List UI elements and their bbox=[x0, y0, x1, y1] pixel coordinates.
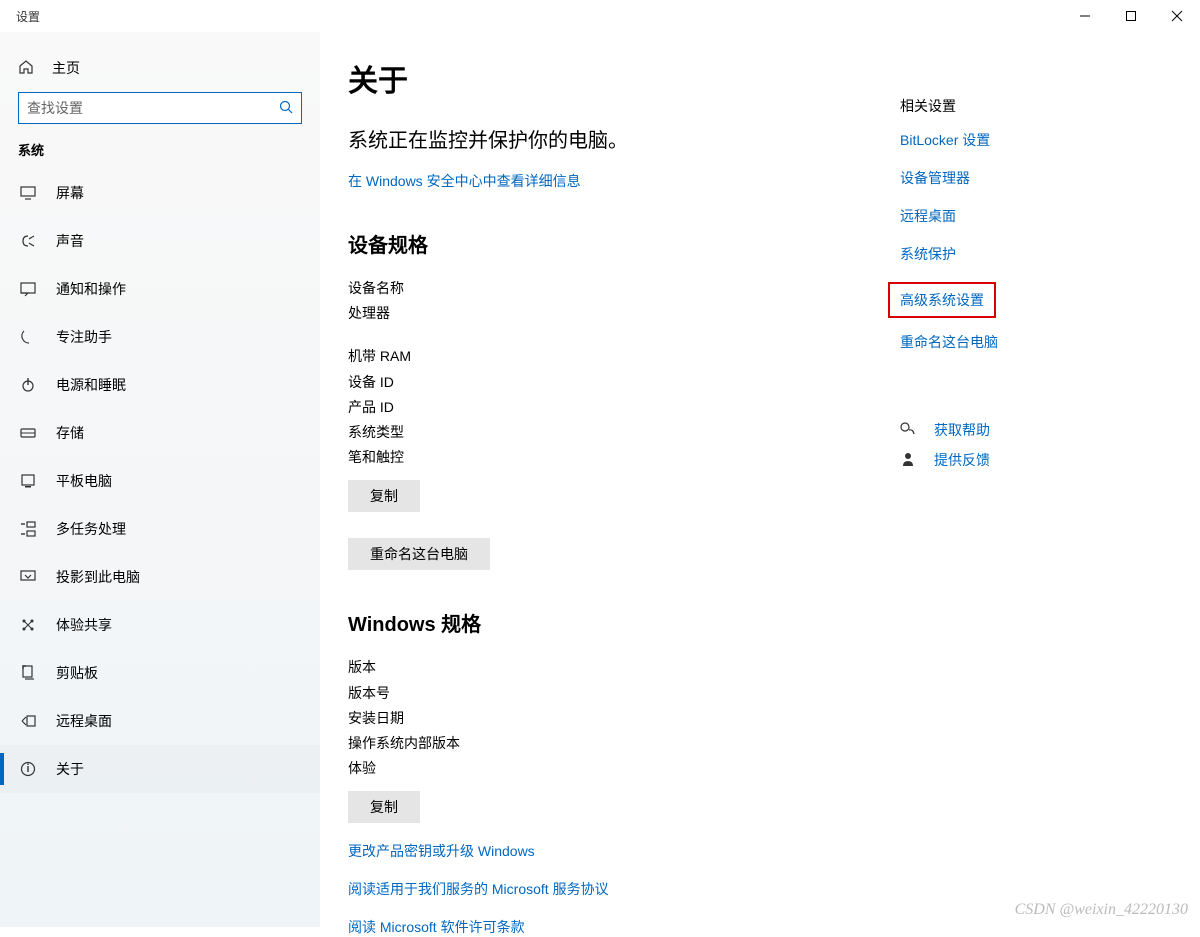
rename-pc-button[interactable]: 重命名这台电脑 bbox=[348, 538, 490, 570]
windows-spec-row: 版本号 bbox=[348, 681, 900, 706]
window-controls bbox=[1062, 0, 1200, 32]
device-spec-row: 处理器 bbox=[348, 301, 900, 326]
help-icon bbox=[900, 421, 920, 440]
sidebar-item-label: 专注助手 bbox=[56, 327, 112, 347]
windows-spec-row: 操作系统内部版本 bbox=[348, 731, 900, 756]
window-title: 设置 bbox=[16, 8, 40, 25]
page-title: 关于 bbox=[348, 56, 900, 100]
feedback-icon bbox=[900, 451, 920, 470]
focus-assist-icon bbox=[18, 329, 38, 345]
watermark: CSDN @weixin_42220130 bbox=[1015, 901, 1188, 919]
sidebar-item-12[interactable]: 关于 bbox=[0, 745, 320, 793]
sidebar-item-label: 声音 bbox=[56, 231, 84, 251]
sidebar-item-label: 通知和操作 bbox=[56, 279, 126, 299]
clipboard-icon bbox=[18, 665, 38, 681]
sidebar-item-2[interactable]: 通知和操作 bbox=[0, 265, 320, 313]
sidebar-item-label: 远程桌面 bbox=[56, 711, 112, 731]
feedback-row[interactable]: 提供反馈 bbox=[900, 450, 1160, 470]
sidebar-item-3[interactable]: 专注助手 bbox=[0, 313, 320, 361]
settings-link[interactable]: 阅读适用于我们服务的 Microsoft 服务协议 bbox=[348, 879, 900, 899]
tablet-icon bbox=[18, 474, 38, 488]
storage-icon bbox=[18, 428, 38, 438]
get-help-link[interactable]: 获取帮助 bbox=[934, 420, 990, 440]
related-settings-rail: 相关设置 BitLocker 设置设备管理器远程桌面系统保护高级系统设置重命名这… bbox=[900, 56, 1160, 927]
search-input-wrap[interactable] bbox=[18, 92, 302, 124]
windows-spec-row: 安装日期 bbox=[348, 706, 900, 731]
related-setting-link[interactable]: 远程桌面 bbox=[900, 206, 1160, 226]
related-setting-link[interactable]: 系统保护 bbox=[900, 244, 1160, 264]
main-content: 关于 系统正在监控并保护你的电脑。 在 Windows 安全中心中查看详细信息 … bbox=[348, 56, 900, 927]
sidebar-item-10[interactable]: 剪贴板 bbox=[0, 649, 320, 697]
sidebar-item-label: 多任务处理 bbox=[56, 519, 126, 539]
sidebar-item-label: 屏幕 bbox=[56, 183, 84, 203]
project-icon bbox=[18, 570, 38, 584]
sidebar-item-11[interactable]: 远程桌面 bbox=[0, 697, 320, 745]
sidebar-item-7[interactable]: 多任务处理 bbox=[0, 505, 320, 553]
maximize-button[interactable] bbox=[1108, 0, 1154, 32]
protection-status: 系统正在监控并保护你的电脑。 bbox=[348, 124, 900, 153]
sidebar-section-label: 系统 bbox=[0, 140, 320, 169]
windows-spec-row: 体验 bbox=[348, 756, 900, 781]
remote-desktop-icon bbox=[18, 714, 38, 728]
device-spec-heading: 设备规格 bbox=[348, 229, 900, 258]
copy-windows-spec-button[interactable]: 复制 bbox=[348, 791, 420, 823]
device-spec-row: 产品 ID bbox=[348, 395, 900, 420]
related-setting-link[interactable]: BitLocker 设置 bbox=[900, 130, 1160, 150]
home-label: 主页 bbox=[52, 58, 80, 78]
windows-spec-row: 版本 bbox=[348, 655, 900, 680]
home-icon bbox=[18, 59, 38, 78]
minimize-button[interactable] bbox=[1062, 0, 1108, 32]
related-setting-link[interactable]: 高级系统设置 bbox=[888, 282, 996, 318]
search-icon bbox=[279, 100, 293, 117]
sidebar-item-label: 剪贴板 bbox=[56, 663, 98, 683]
about-icon bbox=[18, 761, 38, 777]
notifications-icon bbox=[18, 282, 38, 296]
settings-link[interactable]: 更改产品密钥或升级 Windows bbox=[348, 841, 900, 861]
settings-link[interactable]: 阅读 Microsoft 软件许可条款 bbox=[348, 917, 900, 937]
device-spec-row: 设备名称 bbox=[348, 276, 900, 301]
sidebar-item-label: 关于 bbox=[56, 759, 84, 779]
search-input[interactable] bbox=[27, 100, 279, 116]
device-spec-row: 机带 RAM bbox=[348, 344, 900, 369]
device-spec-row: 系统类型 bbox=[348, 420, 900, 445]
windows-spec-heading: Windows 规格 bbox=[348, 608, 900, 637]
sidebar-item-1[interactable]: 声音 bbox=[0, 217, 320, 265]
power-icon bbox=[18, 377, 38, 393]
sidebar-item-5[interactable]: 存储 bbox=[0, 409, 320, 457]
home-button[interactable]: 主页 bbox=[0, 52, 320, 92]
get-help-row[interactable]: 获取帮助 bbox=[900, 420, 1160, 440]
shared-experiences-icon bbox=[18, 617, 38, 633]
sidebar-item-0[interactable]: 屏幕 bbox=[0, 169, 320, 217]
related-settings-title: 相关设置 bbox=[900, 96, 1160, 116]
device-spec-row: 笔和触控 bbox=[348, 445, 900, 470]
feedback-link[interactable]: 提供反馈 bbox=[934, 450, 990, 470]
sidebar-item-label: 投影到此电脑 bbox=[56, 567, 140, 587]
display-icon bbox=[18, 186, 38, 200]
sidebar-item-8[interactable]: 投影到此电脑 bbox=[0, 553, 320, 601]
related-setting-link[interactable]: 设备管理器 bbox=[900, 168, 1160, 188]
sidebar-item-4[interactable]: 电源和睡眠 bbox=[0, 361, 320, 409]
multitask-icon bbox=[18, 522, 38, 536]
sidebar-item-6[interactable]: 平板电脑 bbox=[0, 457, 320, 505]
sidebar-item-9[interactable]: 体验共享 bbox=[0, 601, 320, 649]
security-center-link[interactable]: 在 Windows 安全中心中查看详细信息 bbox=[348, 171, 581, 191]
copy-device-spec-button[interactable]: 复制 bbox=[348, 480, 420, 512]
device-spec-row: 设备 ID bbox=[348, 370, 900, 395]
sidebar-item-label: 电源和睡眠 bbox=[56, 375, 126, 395]
sound-icon bbox=[18, 233, 38, 249]
sidebar-item-label: 体验共享 bbox=[56, 615, 112, 635]
related-setting-link[interactable]: 重命名这台电脑 bbox=[900, 332, 1160, 352]
sidebar-item-label: 平板电脑 bbox=[56, 471, 112, 491]
sidebar-item-label: 存储 bbox=[56, 423, 84, 443]
sidebar: 主页 系统 屏幕声音通知和操作专注助手电源和睡眠存储平板电脑多任务处理投影到此电… bbox=[0, 32, 320, 927]
close-button[interactable] bbox=[1154, 0, 1200, 32]
